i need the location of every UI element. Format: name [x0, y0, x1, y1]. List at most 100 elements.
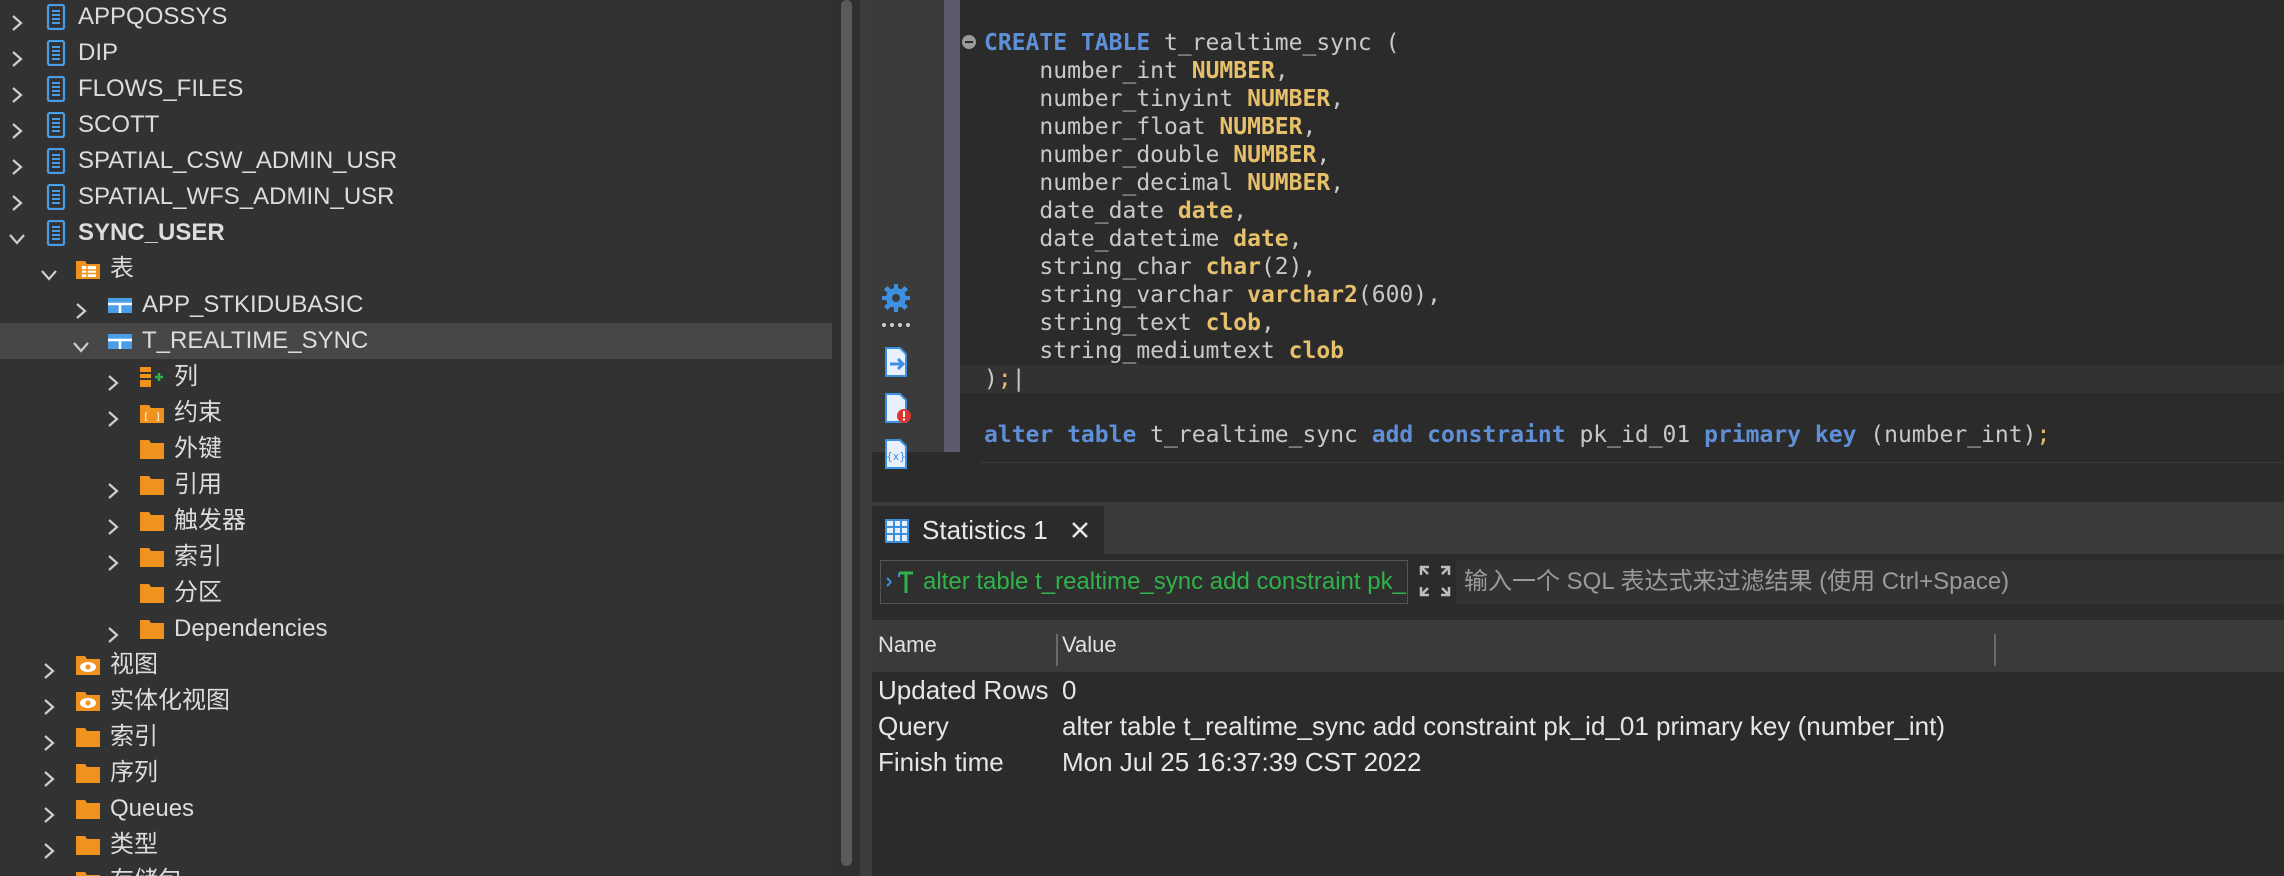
tree-node[interactable]: 视图: [0, 647, 832, 683]
chevron-right-icon[interactable]: [40, 835, 58, 859]
chevron-right-icon[interactable]: [40, 727, 58, 751]
folder-icon: [74, 832, 102, 858]
tree-node[interactable]: SPATIAL_WFS_ADMIN_USR: [0, 179, 832, 215]
gear-icon[interactable]: [878, 280, 914, 316]
code-token: date: [1233, 226, 1289, 252]
code-token: CREATE TABLE: [984, 30, 1151, 56]
chevron-right-icon[interactable]: [104, 403, 122, 427]
column-header-name[interactable]: Name: [878, 620, 937, 672]
tree-node[interactable]: 实体化视图: [0, 683, 832, 719]
chevron-right-icon[interactable]: [8, 115, 26, 139]
tree-node[interactable]: Queues: [0, 791, 832, 827]
code-line[interactable]: );|: [960, 365, 2284, 393]
code-line[interactable]: number_tinyint NUMBER,: [984, 85, 1344, 113]
filter-history-field[interactable]: alter table t_realtime_sync add constrai…: [880, 560, 1408, 604]
code-token: clob: [1205, 310, 1261, 336]
column-divider[interactable]: [1056, 634, 1058, 666]
expand-icon[interactable]: [1418, 564, 1452, 598]
tree-node[interactable]: SYNC_USER: [0, 215, 832, 251]
tree-node[interactable]: T_REALTIME_SYNC: [0, 323, 832, 359]
code-line[interactable]: date_datetime date,: [984, 225, 1302, 253]
tree-node[interactable]: [ ] 约束: [0, 395, 832, 431]
chevron-right-icon[interactable]: [104, 619, 122, 643]
code-line[interactable]: string_mediumtext clob: [984, 337, 1344, 365]
chevron-right-icon[interactable]: [40, 655, 58, 679]
code-line[interactable]: alter table t_realtime_sync add constrai…: [984, 421, 2050, 449]
chevron-right-icon[interactable]: [104, 475, 122, 499]
code-token: ,: [1330, 170, 1345, 196]
tree-node[interactable]: 触发器: [0, 503, 832, 539]
tree-node[interactable]: APP_STKIDUBASIC: [0, 287, 832, 323]
tree-node[interactable]: FLOWS_FILES: [0, 71, 832, 107]
code-line[interactable]: number_float NUMBER,: [984, 113, 1316, 141]
tree-node[interactable]: 索引: [0, 719, 832, 755]
tree-node[interactable]: Dependencies: [0, 611, 832, 647]
chevron-right-icon[interactable]: [8, 187, 26, 211]
code-line[interactable]: number_int NUMBER,: [984, 57, 1289, 85]
chevron-right-icon[interactable]: [104, 367, 122, 391]
chevron-right-icon[interactable]: [8, 7, 26, 31]
code-line[interactable]: string_char char(2),: [984, 253, 1316, 281]
scrollbar-thumb[interactable]: [841, 0, 852, 866]
code-token: string_varchar: [984, 282, 1248, 308]
tree-node[interactable]: 存储包: [0, 863, 832, 876]
navigator-scrollbar[interactable]: [832, 0, 860, 876]
tree-node[interactable]: 分区: [0, 575, 832, 611]
tree-node[interactable]: SCOTT: [0, 107, 832, 143]
chevron-right-icon[interactable]: [40, 691, 58, 715]
tree-node-label: 索引: [110, 723, 158, 750]
chevron-right-icon[interactable]: [40, 763, 58, 787]
chevron-down-icon[interactable]: [8, 223, 26, 245]
code-line[interactable]: number_decimal NUMBER,: [984, 169, 1344, 197]
table-icon: [106, 292, 134, 318]
editor-status-strip: [980, 462, 2284, 493]
tree-node[interactable]: 列: [0, 359, 832, 395]
fold-collapse-icon[interactable]: [962, 35, 976, 49]
chevron-right-icon[interactable]: [72, 295, 90, 319]
tree-node[interactable]: APPQOSSYS: [0, 0, 832, 35]
variables-icon[interactable]: {x}: [878, 436, 914, 472]
chevron-right-icon[interactable]: [8, 151, 26, 175]
tree-node[interactable]: 表: [0, 251, 832, 287]
tree-node[interactable]: 索引: [0, 539, 832, 575]
filter-expression-input[interactable]: 输入一个 SQL 表达式来过滤结果 (使用 Ctrl+Space): [1456, 560, 2284, 604]
close-icon[interactable]: [1068, 518, 1092, 542]
code-line[interactable]: CREATE TABLE t_realtime_sync (: [984, 29, 1399, 57]
chevron-right-icon[interactable]: [104, 511, 122, 535]
column-header-value[interactable]: Value: [1062, 620, 1117, 672]
code-line[interactable]: string_text clob,: [984, 309, 1274, 337]
chevron-right-icon[interactable]: [40, 799, 58, 823]
folder-icon: [138, 436, 166, 462]
tree-node[interactable]: DIP: [0, 35, 832, 71]
chevron-down-icon[interactable]: [72, 331, 90, 353]
tree-node[interactable]: 引用: [0, 467, 832, 503]
code-line[interactable]: date_date date,: [984, 197, 1247, 225]
schema-icon: [42, 39, 70, 67]
tree-node-label: 视图: [110, 651, 158, 678]
error-log-icon[interactable]: [878, 390, 914, 426]
tree-node[interactable]: SPATIAL_CSW_ADMIN_USR: [0, 143, 832, 179]
more-icon[interactable]: [878, 318, 914, 332]
tree-node[interactable]: 序列: [0, 755, 832, 791]
panel-splitter[interactable]: [860, 0, 872, 876]
tree-node[interactable]: 外键: [0, 431, 832, 467]
code-token: ,: [1274, 58, 1289, 84]
execute-script-icon[interactable]: [878, 344, 914, 380]
code-token: (2),: [1260, 254, 1317, 280]
code-line[interactable]: string_varchar varchar2(600),: [984, 281, 1441, 309]
chevron-down-icon[interactable]: [40, 259, 58, 281]
chevron-right-icon[interactable]: [8, 79, 26, 103]
tree-node-label: 触发器: [174, 507, 246, 534]
tree-node-label: SPATIAL_CSW_ADMIN_USR: [78, 147, 398, 174]
chevron-right-icon[interactable]: [104, 547, 122, 571]
tab-label: Statistics 1: [922, 515, 1048, 545]
code-line[interactable]: number_double NUMBER,: [984, 141, 1330, 169]
column-divider[interactable]: [1994, 634, 1996, 666]
chevron-right-icon[interactable]: [40, 871, 58, 876]
code-token: number_float: [984, 114, 1220, 140]
code-token: date: [1177, 198, 1234, 224]
tab-statistics[interactable]: Statistics 1: [872, 506, 1104, 554]
tree-node[interactable]: 类型: [0, 827, 832, 863]
chevron-right-icon[interactable]: [8, 43, 26, 67]
svg-text:[ ]: [ ]: [143, 412, 161, 423]
